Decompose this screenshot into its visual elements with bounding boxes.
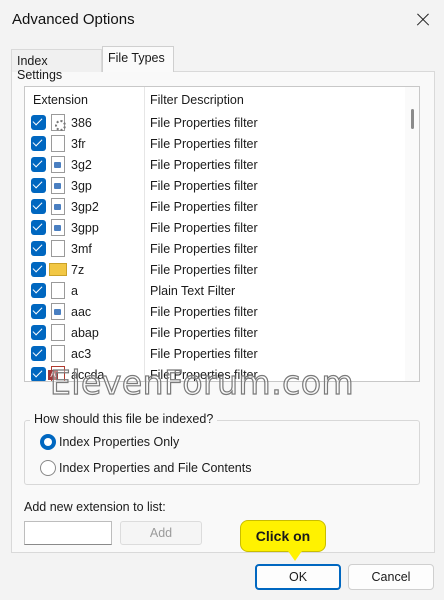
- list-item[interactable]: 3fr File Properties filter: [25, 133, 405, 154]
- extension-label: abap: [71, 326, 99, 340]
- checkbox[interactable]: [31, 115, 46, 130]
- extension-label: 3fr: [71, 137, 86, 151]
- close-icon[interactable]: [408, 6, 438, 34]
- radio-index-properties-and-contents[interactable]: [40, 460, 56, 476]
- list-item[interactable]: 3gpp File Properties filter: [25, 217, 405, 238]
- column-header-filter-description[interactable]: Filter Description: [150, 93, 244, 107]
- list-item[interactable]: 386 File Properties filter: [25, 112, 405, 133]
- media-file-icon: [51, 303, 65, 320]
- extension-label: 3mf: [71, 242, 92, 256]
- blank-file-icon: [51, 345, 65, 362]
- click-on-callout: Click on: [240, 520, 326, 552]
- window-title: Advanced Options: [12, 11, 135, 28]
- tab-file-types[interactable]: File Types: [102, 46, 174, 72]
- list-rows: 386 File Properties filter 3fr File Proper…: [25, 112, 405, 381]
- blank-file-icon: [51, 324, 65, 341]
- filter-description: File Properties filter: [150, 158, 258, 172]
- filter-description: File Properties filter: [150, 242, 258, 256]
- filter-description: Plain Text Filter: [150, 284, 236, 298]
- radio-label-index-properties-only[interactable]: Index Properties Only: [59, 435, 179, 449]
- add-button[interactable]: Add: [120, 521, 202, 545]
- watermark: ElevenForum.com: [49, 362, 355, 402]
- blank-file-icon: [51, 240, 65, 257]
- checkbox[interactable]: [31, 178, 46, 193]
- filter-description: File Properties filter: [150, 305, 258, 319]
- list-header: Extension Filter Description: [25, 87, 405, 111]
- scrollbar-thumb[interactable]: [411, 109, 414, 129]
- cancel-button[interactable]: Cancel: [348, 564, 434, 590]
- extension-label: 3g2: [71, 158, 92, 172]
- index-method-title: How should this file be indexed?: [30, 412, 218, 426]
- media-file-icon: [51, 156, 65, 173]
- filter-description: File Properties filter: [150, 347, 258, 361]
- checkbox[interactable]: [31, 136, 46, 151]
- checkbox[interactable]: [31, 199, 46, 214]
- checkbox[interactable]: [31, 346, 46, 361]
- blank-file-icon: [51, 135, 65, 152]
- checkbox[interactable]: [31, 241, 46, 256]
- vertical-scrollbar[interactable]: [405, 87, 419, 381]
- gear-file-icon: [51, 114, 66, 131]
- callout-pointer: [288, 551, 302, 561]
- list-item[interactable]: abap File Properties filter: [25, 322, 405, 343]
- radio-index-properties-only[interactable]: [40, 434, 56, 450]
- list-item[interactable]: 3g2 File Properties filter: [25, 154, 405, 175]
- filter-description: File Properties filter: [150, 116, 258, 130]
- filter-description: File Properties filter: [150, 263, 258, 277]
- media-file-icon: [51, 198, 65, 215]
- media-file-icon: [51, 177, 65, 194]
- checkbox[interactable]: [31, 304, 46, 319]
- file-types-list[interactable]: Extension Filter Description 386 File Pro…: [24, 86, 420, 382]
- zip-folder-icon: [49, 263, 67, 276]
- add-extension-label: Add new extension to list:: [24, 500, 166, 514]
- checkbox[interactable]: [31, 367, 46, 381]
- extension-label: ac3: [71, 347, 92, 361]
- list-item[interactable]: a Plain Text Filter: [25, 280, 405, 301]
- title-bar: Advanced Options: [0, 0, 444, 40]
- tab-index-settings[interactable]: Index Settings: [11, 49, 102, 82]
- extension-label: 3gp: [71, 179, 92, 193]
- media-file-icon: [51, 219, 65, 236]
- radio-label-index-properties-and-contents[interactable]: Index Properties and File Contents: [59, 461, 251, 475]
- extension-label: 3gpp: [71, 221, 99, 235]
- index-method-group: [24, 420, 420, 485]
- checkbox[interactable]: [31, 157, 46, 172]
- filter-description: File Properties filter: [150, 179, 258, 193]
- add-extension-input[interactable]: [24, 521, 112, 545]
- extension-label: 3gp2: [71, 200, 99, 214]
- list-item[interactable]: ac3 File Properties filter: [25, 343, 405, 364]
- filter-description: File Properties filter: [150, 326, 258, 340]
- filter-description: File Properties filter: [150, 137, 258, 151]
- list-item[interactable]: 3gp File Properties filter: [25, 175, 405, 196]
- blank-file-icon: [51, 282, 65, 299]
- checkbox[interactable]: [31, 262, 46, 277]
- extension-label: aac: [71, 305, 92, 319]
- extension-label: a: [71, 284, 78, 298]
- list-item[interactable]: aac File Properties filter: [25, 301, 405, 322]
- column-header-extension[interactable]: Extension: [33, 93, 88, 107]
- list-item[interactable]: 7z File Properties filter: [25, 259, 405, 280]
- extension-label: 7z: [71, 263, 85, 277]
- list-item[interactable]: 3gp2 File Properties filter: [25, 196, 405, 217]
- filter-description: File Properties filter: [150, 200, 258, 214]
- extension-label: 386: [71, 116, 92, 130]
- checkbox[interactable]: [31, 220, 46, 235]
- checkbox[interactable]: [31, 325, 46, 340]
- checkbox[interactable]: [31, 283, 46, 298]
- filter-description: File Properties filter: [150, 221, 258, 235]
- list-item[interactable]: 3mf File Properties filter: [25, 238, 405, 259]
- ok-button[interactable]: OK: [255, 564, 341, 590]
